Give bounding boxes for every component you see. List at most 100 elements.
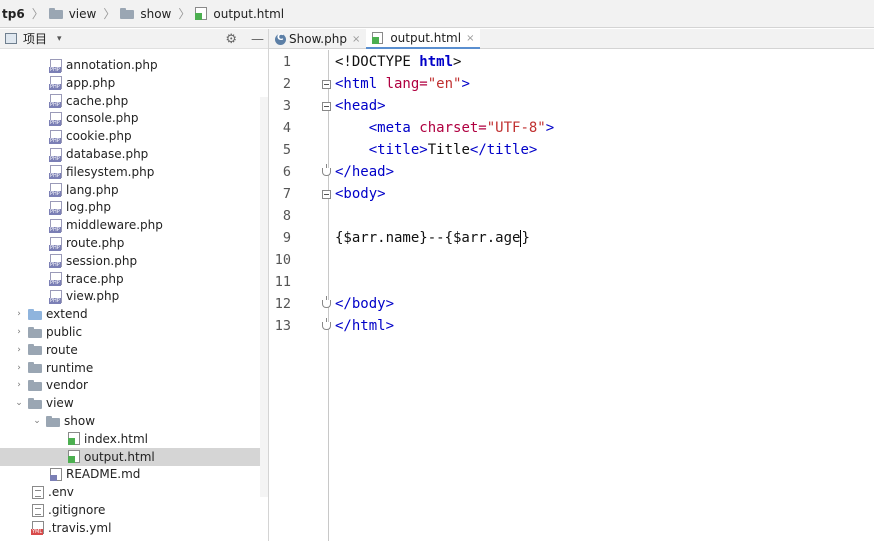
tree-item-label: view.php	[66, 289, 120, 304]
code-token: lang=	[385, 76, 428, 92]
breadcrumb-root[interactable]: tp6	[0, 0, 27, 28]
breadcrumb-item-label: view	[68, 6, 97, 21]
tree-item-label: index.html	[84, 431, 148, 446]
code-line[interactable]: </html>	[335, 315, 394, 337]
php-file-icon	[49, 76, 62, 91]
tree-item[interactable]: .travis.yml	[0, 519, 268, 537]
php-file-icon	[49, 272, 62, 287]
folder-icon	[28, 362, 42, 374]
chevron-right-icon[interactable]: ›	[14, 327, 24, 337]
php-file-icon	[49, 58, 62, 73]
breadcrumb-item-output[interactable]: output.html	[195, 0, 286, 28]
code-token: <title>	[368, 142, 428, 158]
code-token: </title>	[469, 142, 538, 158]
close-icon[interactable]: ×	[466, 33, 474, 44]
tree-item[interactable]: .gitignore	[0, 501, 268, 519]
php-file-icon	[49, 218, 62, 233]
scrollbar[interactable]	[260, 97, 268, 497]
tree-item[interactable]: › vendor	[0, 376, 268, 394]
code-line[interactable]: <body>	[335, 183, 386, 205]
chevron-down-icon[interactable]: ▾	[57, 34, 62, 44]
tree-item[interactable]: lang.php	[0, 181, 268, 199]
tree-item[interactable]: .env	[0, 483, 268, 501]
chevron-right-icon: 〉	[103, 7, 116, 21]
tree-item[interactable]: log.php	[0, 198, 268, 216]
tree-item[interactable]: index.html	[0, 430, 268, 448]
chevron-right-icon[interactable]: ›	[14, 345, 24, 355]
line-number: 11	[274, 274, 291, 290]
breadcrumb-root-label: tp6	[2, 6, 25, 21]
yaml-file-icon	[31, 521, 44, 536]
code-line[interactable]: <!DOCTYPE html>	[335, 51, 461, 73]
tab-show-php[interactable]: Show.php ×	[269, 29, 366, 49]
folder-icon	[28, 397, 42, 409]
code-line[interactable]: </body>	[335, 293, 394, 315]
tree-item[interactable]: app.php	[0, 74, 268, 92]
code-line[interactable]: <html lang="en">	[335, 73, 470, 95]
chevron-down-icon[interactable]: ⌄	[14, 398, 24, 408]
tree-item[interactable]: › extend	[0, 305, 268, 323]
tree-item[interactable]: session.php	[0, 252, 268, 270]
chevron-right-icon[interactable]: ›	[14, 363, 24, 373]
code-line[interactable]: <title>Title</title>	[335, 139, 538, 161]
tree-item[interactable]: trace.php	[0, 270, 268, 288]
close-icon[interactable]: ×	[352, 34, 360, 45]
tree-item-label: session.php	[66, 253, 138, 268]
tree-item-label: .env	[48, 485, 74, 500]
tree-item[interactable]: route.php	[0, 234, 268, 252]
tree-item[interactable]: ⌄ view	[0, 394, 268, 412]
chevron-right-icon[interactable]: ›	[14, 309, 24, 319]
tree-item-label: route	[46, 342, 78, 357]
fold-open-icon[interactable]	[322, 190, 331, 199]
code-token: {$arr.name}--{$arr.age	[335, 230, 521, 246]
line-number: 10	[274, 252, 291, 268]
code-editor[interactable]: 1 2 3 4 5 6 7 8 9 10 11 12 13 <!DOCTYPE html> <html l…	[269, 50, 874, 541]
chevron-down-icon[interactable]: ⌄	[32, 416, 42, 426]
tree-item[interactable]: filesystem.php	[0, 163, 268, 181]
php-file-icon	[49, 236, 62, 251]
tree-item[interactable]: › route	[0, 341, 268, 359]
line-number: 6	[282, 164, 291, 180]
tree-item-label: log.php	[66, 200, 111, 215]
tree-item[interactable]: README.md	[0, 465, 268, 483]
gear-icon[interactable]: ⚙	[225, 32, 237, 47]
breadcrumb-item-show[interactable]: show	[120, 0, 173, 28]
line-number: 13	[274, 318, 291, 334]
fold-end-icon[interactable]	[322, 318, 331, 330]
project-panel-title[interactable]: 项目	[23, 30, 47, 47]
php-file-icon	[49, 129, 62, 144]
code-line[interactable]: {$arr.name}--{$arr.age}	[335, 227, 530, 249]
tree-item[interactable]: middleware.php	[0, 216, 268, 234]
tree-item[interactable]: ⌄ show	[0, 412, 268, 430]
tree-item[interactable]: cache.php	[0, 92, 268, 110]
tree-item[interactable]: annotation.php	[0, 56, 268, 74]
tree-item[interactable]: view.php	[0, 287, 268, 305]
breadcrumb-item-view[interactable]: view	[48, 0, 99, 28]
tree-item-label: .gitignore	[48, 503, 106, 517]
fold-open-icon[interactable]	[322, 80, 331, 89]
tree-item[interactable]: console.php	[0, 109, 268, 127]
tree-item[interactable]: database.php	[0, 145, 268, 163]
fold-end-icon[interactable]	[322, 296, 331, 308]
minus-icon[interactable]: —	[251, 32, 264, 47]
code-line[interactable]: </head>	[335, 161, 394, 183]
code-token: </html>	[335, 318, 395, 334]
breadcrumb-item-label: output.html	[213, 6, 285, 21]
tree-item[interactable]: cookie.php	[0, 127, 268, 145]
tree-item-label: .travis.yml	[48, 520, 112, 535]
code-line[interactable]: <meta charset="UTF-8">	[335, 117, 554, 139]
tab-output-html[interactable]: output.html ×	[366, 29, 481, 49]
code-token: <html	[335, 76, 386, 92]
code-token: >	[453, 54, 462, 70]
tree-item[interactable]: output.html	[0, 447, 268, 466]
tree-item[interactable]: › runtime	[0, 359, 268, 377]
fold-open-icon[interactable]	[322, 102, 331, 111]
fold-end-icon[interactable]	[322, 164, 331, 176]
tree-item[interactable]: › public	[0, 323, 268, 341]
code-line[interactable]: <head>	[335, 95, 386, 117]
code-token: html	[419, 54, 454, 70]
code-token: >	[545, 120, 555, 136]
chevron-right-icon[interactable]: ›	[14, 380, 24, 390]
php-file-icon	[49, 200, 62, 215]
code-token: >	[461, 76, 470, 92]
